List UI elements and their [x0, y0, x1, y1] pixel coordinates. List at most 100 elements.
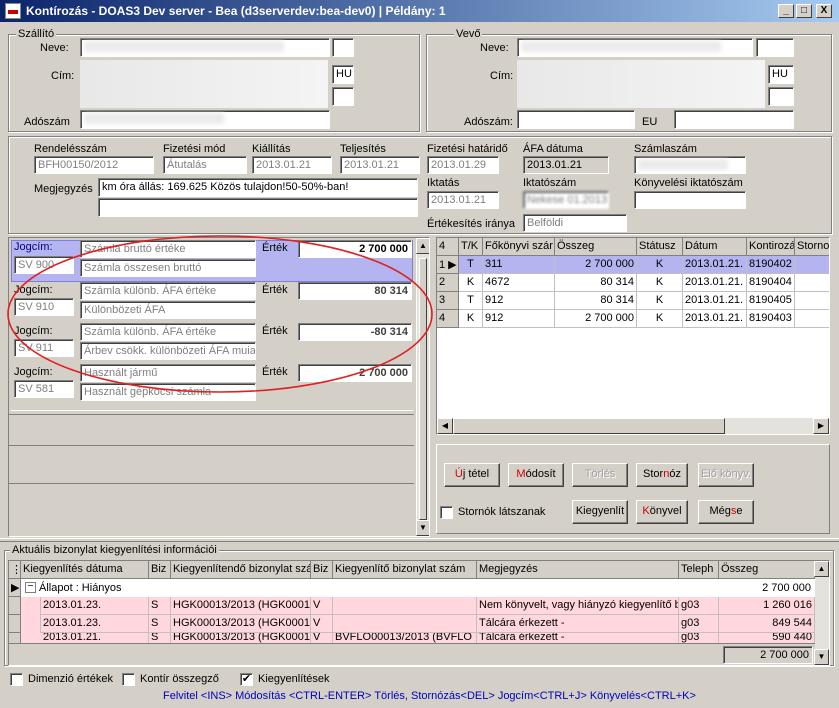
- settlement-vscrollbar[interactable]: ▲ ▼: [814, 561, 829, 665]
- note-field-2[interactable]: [98, 198, 418, 217]
- ledger-col-storno[interactable]: Storno: [795, 238, 829, 256]
- ledger-grid[interactable]: 4 T/K Főkönyvi szár Összeg Státusz Dátum…: [436, 237, 830, 435]
- jogcim-scroll-down[interactable]: ▼: [416, 520, 429, 536]
- storno-button[interactable]: Stornóz: [636, 463, 688, 487]
- buyer-name-extra[interactable]: [756, 38, 794, 57]
- seller-taxno-input[interactable]: [80, 110, 330, 129]
- filing-no-label: Iktatószám: [523, 177, 577, 189]
- group-row[interactable]: ▶ − Állapot : Hiányos 2 700 000: [9, 579, 815, 597]
- settlement-col-site[interactable]: Teleph: [679, 561, 719, 579]
- table-row[interactable]: 2 K 4672 80 314 K 2013.01.21. 8190404: [437, 274, 829, 292]
- ledger-col-tk[interactable]: T/K: [459, 238, 483, 256]
- settlement-col-amount[interactable]: Összeg: [719, 561, 815, 579]
- kontir-summary-checkbox[interactable]: [122, 673, 135, 686]
- buyer-taxno-label: Adószám:: [464, 116, 513, 128]
- ledger-scroll-thumb[interactable]: [453, 418, 725, 434]
- issue-date-field[interactable]: 2013.01.21: [252, 156, 332, 174]
- seller-address-label: Cím:: [51, 70, 75, 82]
- seller-address-redacted: [80, 60, 328, 108]
- ledger-col-status[interactable]: Státusz: [637, 238, 683, 256]
- close-button[interactable]: X: [816, 4, 832, 18]
- settlement-grid[interactable]: ⋮ Kiegyenlítés dátuma Biz Kiegyenlítendő…: [8, 560, 830, 666]
- note-field[interactable]: km óra állás: 169.625 Közös tulajdon!50-…: [98, 178, 418, 197]
- pay-mode-label: Fizetési mód: [163, 143, 226, 155]
- buyer-address-extra[interactable]: [768, 87, 794, 106]
- table-row[interactable]: 2013.01.23. S HGK00013/2013 (HGK0001 V N…: [9, 597, 815, 615]
- settlement-scroll-down[interactable]: ▼: [814, 649, 829, 665]
- group-row-amount: 2 700 000: [762, 582, 811, 594]
- table-row[interactable]: 2013.01.23. S HGK00013/2013 (HGK0001 V T…: [9, 615, 815, 633]
- due-date-field[interactable]: 2013.01.29: [427, 156, 499, 174]
- ledger-scroll-left[interactable]: ◀: [437, 418, 453, 434]
- buyer-address-label: Cím:: [490, 70, 514, 82]
- invoice-no-label: Számlaszám: [634, 143, 697, 155]
- settlements-checkbox[interactable]: ✔: [240, 673, 253, 686]
- filing-date-field[interactable]: 2013.01.21: [427, 191, 499, 209]
- seller-name-extra[interactable]: [332, 38, 354, 57]
- collapse-toggle[interactable]: −: [25, 582, 36, 593]
- buyer-name-input[interactable]: [517, 38, 753, 57]
- buyer-taxno-input[interactable]: [517, 110, 635, 129]
- book-button[interactable]: Könyvel: [636, 500, 688, 524]
- delete-button[interactable]: Törlés: [572, 463, 628, 487]
- button-panel: [436, 444, 830, 534]
- ledger-scroll-right[interactable]: ▶: [813, 418, 829, 434]
- group-row-label: Állapot : Hiányos: [39, 582, 122, 594]
- seller-country-field[interactable]: HU: [332, 65, 354, 84]
- kontir-summary-label: Kontír összegző: [140, 673, 219, 685]
- cancel-button[interactable]: Mégse: [698, 500, 754, 524]
- settlement-corner[interactable]: ⋮: [9, 561, 21, 579]
- seller-name-input[interactable]: [80, 38, 330, 57]
- seller-group-title: Szállító: [16, 28, 57, 40]
- ledger-hscrollbar[interactable]: ◀ ▶: [437, 418, 829, 434]
- acc-filing-label: Könyvelési iktatószám: [634, 177, 743, 189]
- table-row[interactable]: 3 T 912 80 314 K 2013.01.21. 8190405: [437, 292, 829, 310]
- ledger-col-date[interactable]: Dátum: [683, 238, 747, 256]
- title-bar: Kontírozás - DOAS3 Dev server - Bea (d3s…: [0, 0, 839, 22]
- show-storno-checkbox[interactable]: [440, 506, 453, 519]
- sale-dir-field[interactable]: Belföldi: [523, 214, 627, 232]
- highlight-ellipse: [7, 235, 433, 393]
- maximize-button[interactable]: □: [796, 4, 812, 18]
- ledger-col-kontir[interactable]: Kontirozá: [747, 238, 795, 256]
- buyer-address-redacted: [517, 60, 765, 108]
- splitter[interactable]: [0, 538, 839, 542]
- prev-book-button[interactable]: Elő könyv.: [698, 463, 754, 487]
- settle-button[interactable]: Kiegyenlít: [572, 500, 628, 524]
- filing-no-field[interactable]: Nekese 01.2013: [523, 191, 609, 209]
- table-row[interactable]: 4 K 912 2 700 000 K 2013.01.21. 8190403: [437, 310, 829, 328]
- seller-address-extra[interactable]: [332, 87, 354, 106]
- window-title: Kontírozás - DOAS3 Dev server - Bea (d3s…: [26, 4, 446, 18]
- buyer-country-field[interactable]: HU: [768, 65, 794, 84]
- minimize-button[interactable]: _: [778, 4, 794, 18]
- settlement-col-biz1[interactable]: Biz: [149, 561, 171, 579]
- ledger-col-account[interactable]: Főkönyvi szár: [483, 238, 555, 256]
- settlement-col-doc2[interactable]: Kiegyenlítő bizonylat szám: [333, 561, 477, 579]
- perf-date-label: Teljesítés: [340, 143, 386, 155]
- settlement-col-doc[interactable]: Kiegyenlítendő bizonylat szá: [171, 561, 311, 579]
- ledger-corner[interactable]: 4: [437, 238, 459, 256]
- table-row[interactable]: 1 ▶ T 311 2 700 000 K 2013.01.21. 819040…: [437, 256, 829, 274]
- new-item-button[interactable]: Új tétel: [444, 463, 500, 487]
- filing-label: Iktatás: [427, 177, 460, 189]
- ledger-col-amount[interactable]: Összeg: [555, 238, 637, 256]
- red-ellipse-annotation: [7, 235, 433, 393]
- settlement-col-note[interactable]: Megjegyzés: [477, 561, 679, 579]
- table-row[interactable]: 2013.01.21. S HGK00013/2013 (HGK0001 V B…: [9, 633, 815, 643]
- vat-date-field[interactable]: 2013.01.21: [523, 156, 609, 174]
- invoice-no-field[interactable]: [634, 156, 746, 174]
- settlement-col-date[interactable]: Kiegyenlítés dátuma: [21, 561, 149, 579]
- issue-date-label: Kiállítás: [252, 143, 291, 155]
- acc-filing-field[interactable]: [634, 191, 746, 209]
- pay-mode-field[interactable]: Átutalás: [163, 156, 247, 174]
- buyer-eu-input[interactable]: [674, 110, 794, 129]
- settlements-label: Kiegyenlítések: [258, 673, 330, 685]
- perf-date-field[interactable]: 2013.01.21: [340, 156, 420, 174]
- vat-date-label: ÁFA dátuma: [523, 143, 583, 155]
- order-no-field[interactable]: BFH00150/2012: [34, 156, 154, 174]
- dimension-values-checkbox[interactable]: [10, 673, 23, 686]
- settlement-scroll-up[interactable]: ▲: [814, 561, 829, 577]
- due-date-label: Fizetési határidő: [427, 143, 508, 155]
- modify-button[interactable]: Módosít: [508, 463, 564, 487]
- settlement-col-biz2[interactable]: Biz: [311, 561, 333, 579]
